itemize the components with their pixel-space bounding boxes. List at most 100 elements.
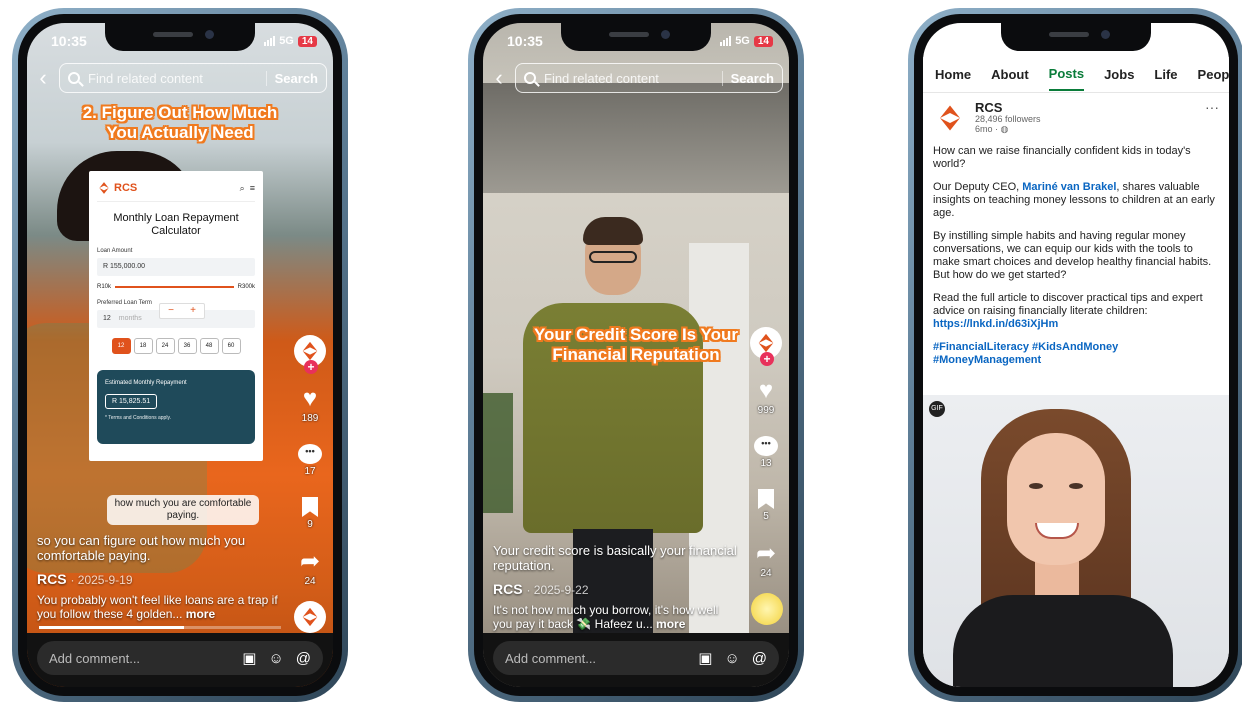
share-arrow-icon[interactable]: ➦	[300, 550, 320, 574]
follower-count: 28,496 followers	[975, 114, 1041, 124]
follow-plus-icon[interactable]: +	[760, 352, 774, 366]
notch	[1001, 23, 1151, 51]
spoken-subtitle: so you can figure out how much you comfo…	[37, 533, 246, 563]
rcs-logo-icon	[302, 341, 318, 361]
author-name[interactable]: RCS	[37, 571, 67, 587]
globe-icon: ◍	[1000, 124, 1009, 134]
term-option-chip: 18	[133, 338, 153, 354]
estimate-label: Estimated Monthly Repayment	[105, 380, 187, 386]
action-rail: + ♥ 189 ••• 17 9 ➦ 24	[293, 335, 327, 633]
emoji-icon[interactable]: ☺	[268, 650, 283, 667]
comment-input[interactable]: Add comment... ▣ ☺ @	[37, 641, 323, 675]
tab-about[interactable]: About	[991, 59, 1029, 90]
emoji-icon[interactable]: ☺	[724, 650, 739, 667]
clock: 10:35	[507, 33, 543, 49]
mention-icon[interactable]: @	[752, 650, 767, 667]
post-date: · 2025-9-22	[526, 583, 589, 597]
clock: 10:35	[51, 33, 87, 49]
search-icon	[524, 72, 536, 84]
term-option-chip: 36	[177, 338, 197, 354]
company-logo[interactable]	[933, 101, 967, 135]
like-heart-icon[interactable]: ♥	[303, 387, 317, 411]
action-rail: + ♥ 999 ••• 13 5 ➦ 24	[749, 327, 783, 579]
portrait-eye	[1029, 483, 1043, 489]
tab-people[interactable]: People	[1198, 59, 1229, 90]
rcs-logo-icon	[99, 182, 109, 194]
phone-3: Home About Posts Jobs Life People RCS 28,496 …	[908, 8, 1242, 702]
search-icon: ⌕	[239, 182, 245, 193]
linkedin-post: RCS 28,496 followers 6mo · ◍ ··· How can…	[933, 100, 1219, 367]
mention-icon[interactable]: @	[296, 650, 311, 667]
search-icon	[68, 72, 80, 84]
post-image[interactable]: GIF	[923, 395, 1229, 687]
sound-disc-icon[interactable]	[294, 601, 326, 633]
more-link[interactable]: more	[186, 607, 215, 621]
post-age: 6mo ·	[975, 124, 999, 134]
notch	[561, 23, 711, 51]
sound-disc-icon[interactable]	[751, 593, 783, 625]
search-row: ‹ Find related content Search	[489, 63, 783, 93]
spoken-subtitle: Your credit score is basically your fina…	[493, 543, 737, 573]
back-arrow-icon[interactable]: ‹	[33, 65, 53, 91]
bookmark-icon[interactable]	[758, 489, 774, 509]
comment-placeholder: Add comment...	[49, 650, 141, 666]
phone-1: 10:35 5G 14 ‹ Find related content Searc…	[12, 8, 348, 702]
person-mention-link[interactable]: Mariné van Brakel	[1022, 181, 1116, 193]
rcs-logo-icon	[940, 105, 960, 131]
loan-amount-input: R 155,000.00	[97, 258, 255, 276]
network-label: 5G	[735, 35, 750, 47]
company-name[interactable]: RCS	[975, 101, 1041, 114]
search-button[interactable]: Search	[721, 70, 774, 86]
tab-life[interactable]: Life	[1154, 59, 1177, 90]
image-icon[interactable]: ▣	[242, 649, 256, 667]
subtitle-bubble: how much you are comfortable paying.	[107, 495, 259, 525]
comment-count: 17	[304, 466, 316, 477]
tab-jobs[interactable]: Jobs	[1104, 59, 1134, 90]
linkedin-screen: Home About Posts Jobs Life People RCS 28,496 …	[923, 23, 1229, 687]
post-paragraph-2-prefix: Our Deputy CEO,	[933, 181, 1023, 193]
author-name[interactable]: RCS	[493, 581, 523, 597]
video-overlay-title: Your Credit Score Is Your Financial Repu…	[533, 325, 739, 364]
article-link[interactable]: https://lnkd.in/d63iXjHm	[933, 318, 1058, 330]
post-paragraph-3: By instilling simple habits and having r…	[933, 230, 1212, 281]
search-button[interactable]: Search	[265, 70, 318, 86]
loan-calculator-card: RCS ⌕ ≡ Monthly Loan Repayment Calculato…	[89, 171, 263, 461]
video-caption: so you can figure out how much you comfo…	[37, 533, 281, 621]
more-options-icon[interactable]: ···	[1205, 100, 1219, 114]
tab-home[interactable]: Home	[935, 59, 971, 90]
comment-count: 13	[760, 458, 772, 469]
network-label: 5G	[279, 35, 294, 47]
comment-input[interactable]: Add comment... ▣ ☺ @	[493, 641, 779, 675]
video-overlay-title: 2. Figure Out How Much You Actually Need	[82, 103, 278, 142]
background-plant	[483, 393, 513, 513]
more-link[interactable]: more	[656, 617, 685, 631]
video-progress-bar[interactable]	[39, 626, 281, 629]
terms-note: * Terms and Conditions apply.	[105, 415, 171, 421]
creator-avatar[interactable]: +	[750, 327, 782, 366]
image-icon[interactable]: ▣	[698, 649, 712, 667]
follow-plus-icon[interactable]: +	[304, 360, 318, 374]
slider-min-label: R10k	[97, 284, 112, 290]
phone-2: 10:35 5G 14 ‹ Find related content Searc…	[468, 8, 804, 702]
search-input[interactable]: Find related content Search	[59, 63, 327, 93]
bookmark-icon[interactable]	[302, 497, 318, 517]
share-count: 24	[760, 568, 772, 579]
calculator-title: Monthly Loan Repayment Calculator	[113, 212, 239, 237]
hashtags[interactable]: #FinancialLiteracy #KidsAndMoney #MoneyM…	[933, 341, 1219, 367]
portrait-eye	[1069, 483, 1083, 489]
signal-icon	[720, 36, 732, 46]
notch	[105, 23, 255, 51]
tiktok-video-screen-2: 10:35 5G 14 ‹ Find related content Searc…	[483, 23, 789, 687]
like-heart-icon[interactable]: ♥	[759, 379, 773, 403]
tab-posts[interactable]: Posts	[1048, 58, 1085, 91]
loan-amount-label: Loan Amount	[97, 248, 133, 254]
comment-icon[interactable]: •••	[754, 436, 778, 456]
term-option-chip: 12	[111, 338, 131, 354]
amount-stepper: − +	[159, 303, 205, 319]
search-input[interactable]: Find related content Search	[515, 63, 783, 93]
share-arrow-icon[interactable]: ➦	[756, 542, 776, 566]
creator-avatar[interactable]: +	[294, 335, 326, 374]
back-arrow-icon[interactable]: ‹	[489, 65, 509, 91]
search-placeholder: Find related content	[88, 70, 203, 86]
comment-icon[interactable]: •••	[298, 444, 322, 464]
